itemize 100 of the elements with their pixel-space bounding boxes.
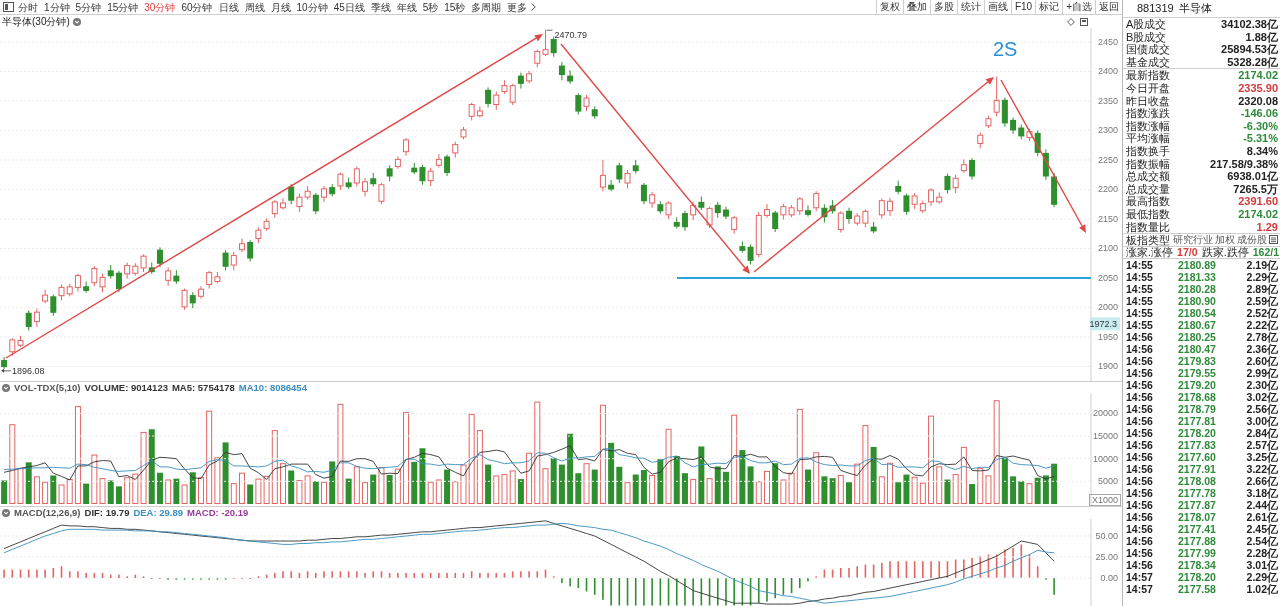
- sidebar-icon[interactable]: [3, 2, 14, 12]
- candlestick: [25, 309, 32, 331]
- stat-value: 1.29: [1256, 220, 1278, 234]
- period-tab[interactable]: 10分钟: [294, 0, 330, 14]
- candlestick: [1001, 96, 1008, 128]
- legend-label: DIF: 19.79: [84, 507, 130, 519]
- tick-time: 14:56: [1126, 546, 1154, 559]
- period-tab[interactable]: 年线: [394, 0, 419, 14]
- tick-price: 2177.41: [1178, 522, 1217, 535]
- toolbar-button[interactable]: 标记: [1035, 0, 1063, 14]
- axis-label: 50.00: [1095, 531, 1118, 541]
- candlestick: [567, 69, 574, 85]
- tick-price: 2177.81: [1178, 414, 1217, 427]
- tick-price: 2180.54: [1178, 306, 1217, 319]
- diamond-icon[interactable]: [1067, 17, 1075, 26]
- period-tab[interactable]: 5分钟: [73, 0, 104, 14]
- candlestick: [115, 270, 122, 293]
- toolbar-button[interactable]: F10: [1010, 0, 1036, 14]
- candlestick: [550, 36, 557, 58]
- tick-amount: 2.57亿: [1246, 438, 1278, 451]
- candlestick: [517, 72, 524, 90]
- candlestick: [903, 193, 910, 216]
- period-tab[interactable]: 月线: [268, 0, 293, 14]
- toolbar-button[interactable]: 统计: [956, 0, 984, 14]
- toolbar-button[interactable]: 叠加: [902, 0, 930, 14]
- tick-price: 2177.58: [1178, 582, 1217, 595]
- tick-price: 2180.25: [1178, 330, 1217, 343]
- tick-time: 14:56: [1126, 438, 1154, 451]
- candlestick: [599, 159, 606, 192]
- tick-time: 14:55: [1126, 282, 1154, 295]
- stat-label: 最低指数: [1126, 207, 1170, 221]
- tick-time: 14:56: [1126, 330, 1154, 343]
- stat-value: 6938.01亿: [1227, 170, 1278, 183]
- stat-label: 昨日收盘: [1126, 94, 1170, 108]
- stat-label: 总成交量: [1126, 182, 1170, 195]
- candlestick: [42, 289, 49, 304]
- chevron-circle-icon[interactable]: [72, 17, 81, 26]
- index-type-option[interactable]: 成份股: [1237, 233, 1267, 246]
- toolbar-button[interactable]: +自选: [1062, 0, 1095, 14]
- tick-price: 2180.47: [1178, 342, 1217, 355]
- tick-time: 14:56: [1126, 426, 1154, 439]
- tick-time: 14:56: [1126, 558, 1154, 571]
- axis-label: 2350: [1097, 96, 1118, 106]
- period-tab[interactable]: 30分钟: [142, 0, 178, 14]
- list-icon[interactable]: [1269, 235, 1278, 245]
- stat-label: 今日开盘: [1126, 81, 1170, 95]
- index-type-option[interactable]: 加权: [1215, 233, 1235, 246]
- breadth-label: 涨家.涨停: [1126, 245, 1173, 259]
- tick-price: 2177.60: [1178, 450, 1217, 463]
- tick-time: 14:56: [1126, 342, 1154, 355]
- tick-amount: 3.00亿: [1246, 414, 1278, 427]
- toolbar-button[interactable]: 画线: [983, 0, 1011, 14]
- tick-price: 2178.34: [1178, 558, 1217, 571]
- toolbar-button[interactable]: 复权: [875, 0, 903, 14]
- tick-amount: 2.30亿: [1246, 378, 1278, 391]
- tick-time: 14:56: [1126, 474, 1154, 487]
- tick-price: 2178.07: [1178, 510, 1217, 523]
- toolbar-button[interactable]: 多股: [929, 0, 957, 14]
- chevron-circle-icon[interactable]: [2, 509, 10, 517]
- period-tab[interactable]: 45日线: [331, 0, 367, 14]
- legend-label: MACD: -20.19: [187, 507, 249, 519]
- stat-label: 基金成交: [1126, 55, 1170, 69]
- legend-label: MA5: 5754178: [171, 382, 235, 394]
- tick-amount: 2.22亿: [1246, 318, 1278, 331]
- stat-label: B股成交: [1126, 30, 1167, 43]
- candlestick: [526, 70, 533, 84]
- candlestick: [944, 173, 951, 195]
- period-tab[interactable]: 日线: [216, 0, 241, 14]
- stat-label: 指数量比: [1126, 220, 1170, 234]
- candlestick: [33, 308, 40, 328]
- tick-time: 14:56: [1126, 414, 1154, 427]
- stat-value: 2320.08: [1238, 94, 1278, 108]
- candlestick: [247, 239, 254, 262]
- axis-label: 1950: [1097, 332, 1118, 342]
- index-type-option[interactable]: 研究行业: [1173, 233, 1213, 246]
- chevron-circle-icon[interactable]: [2, 384, 10, 392]
- period-tab[interactable]: 5秒: [420, 0, 441, 14]
- tick-amount: 2.60亿: [1246, 354, 1278, 367]
- candlestick: [928, 187, 935, 207]
- period-tab[interactable]: 多周期: [469, 0, 504, 14]
- window-icon[interactable]: [1080, 17, 1088, 26]
- more-button[interactable]: 更多: [505, 0, 539, 14]
- period-tab[interactable]: 1分钟: [42, 0, 72, 14]
- tick-amount: 3.25亿: [1246, 450, 1278, 463]
- tick-amount: 2.44亿: [1246, 498, 1278, 511]
- period-tab[interactable]: 60分钟: [179, 0, 215, 14]
- legend-label: MACD(12,26,9): [14, 507, 81, 519]
- tick-amount: 2.78亿: [1246, 330, 1278, 343]
- period-tab[interactable]: 15秒: [442, 0, 468, 14]
- toolbar-button[interactable]: 返回: [1095, 0, 1122, 14]
- period-tab[interactable]: 分时: [16, 0, 40, 14]
- tick-amount: 2.84亿: [1246, 426, 1278, 439]
- period-tab[interactable]: 周线: [242, 0, 267, 14]
- stat-value: 7265.5万: [1233, 182, 1278, 196]
- period-tab[interactable]: 15分钟: [105, 0, 141, 14]
- breadth-value: 17/0: [1177, 245, 1198, 259]
- tick-price: 2177.87: [1178, 498, 1217, 511]
- candlestick: [288, 183, 295, 205]
- period-tab[interactable]: 季线: [368, 0, 393, 14]
- candlestick: [640, 182, 647, 205]
